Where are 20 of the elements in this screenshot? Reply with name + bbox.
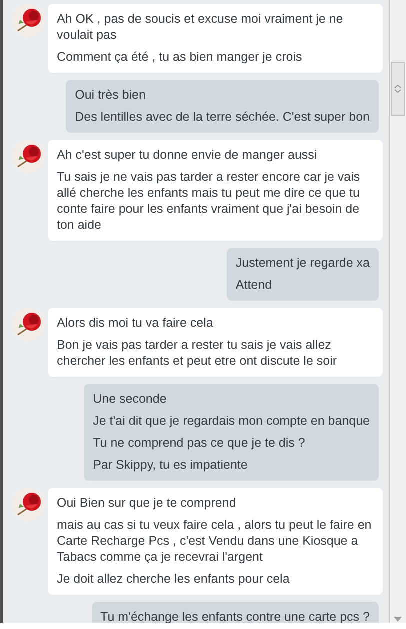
message-text: mais au cas si tu veux faire cela , alors tu peut le faire en Carte Recharge Pcs , c'est Vendu dans une Kiosque a Tabacs comme ça je recevrai l'argent — [57, 517, 373, 565]
message-text: Attend — [236, 277, 274, 293]
message-text: Tu sais je ne vais pas tarder a rester encore car je vais allé cherche les enfants mais tu peut me dire ce que tu conte faire pour les enfants vraiment que j'ai besoin de ton aide — [57, 169, 362, 233]
message-text: Je doit allez cherche les enfants pour cela — [57, 571, 291, 587]
message-text: Des lentilles avec de la terre séchée. C'est super bon — [75, 109, 370, 125]
message-text: Par Skippy, tu es impatiente — [93, 457, 249, 473]
message-text: Oui Bien sur que je te comprend — [57, 495, 238, 511]
message-text: Une seconde — [93, 391, 168, 407]
message-text: Alors dis moi tu va faire cela — [57, 315, 214, 331]
message-text: Tu ne comprend pas ce que je te dis ? — [93, 435, 306, 451]
message-text: Ah c'est super tu donne envie de manger aussi — [57, 147, 318, 163]
message-text: Comment ça été , tu as bien manger je crois — [57, 49, 304, 65]
grip-icon — [394, 85, 402, 93]
message-text: Justement je regarde xa — [236, 255, 370, 271]
message-text: Oui très bien — [75, 87, 147, 103]
message-text: Je t'ai dit que je regardais mon compte en banque — [93, 413, 370, 429]
scrollbar-thumb[interactable] — [391, 62, 405, 116]
scroll-down-icon[interactable] — [394, 617, 402, 622]
message-text: Bon je vais pas tarder a rester tu sais je vais allez chercher les enfants et peut etre ont discute le soir — [57, 337, 338, 369]
message-text: Ah OK , pas de soucis et excuse moi vraiment je ne voulait pas — [57, 11, 344, 43]
